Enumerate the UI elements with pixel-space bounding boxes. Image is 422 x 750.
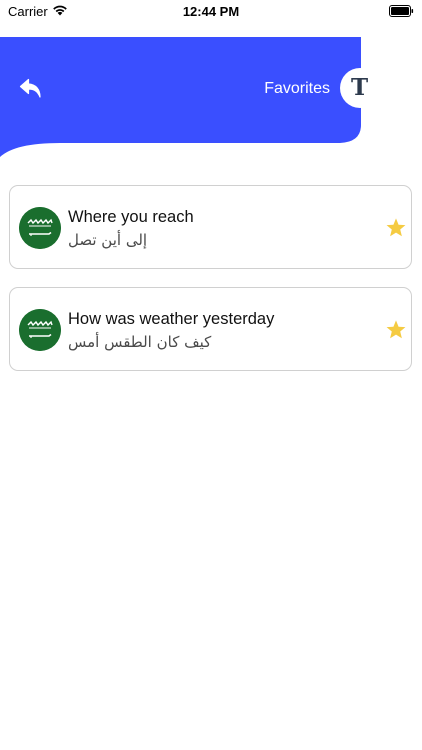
favorite-card[interactable]: Where you reach إلى أين تصل [9,185,412,269]
page-title: Favorites [264,80,330,97]
status-time: 12:44 PM [182,4,240,19]
status-bar: Carrier 12:44 PM [0,0,422,24]
saudi-arabia-flag-icon [19,309,61,351]
phrase-arabic: إلى أين تصل [68,231,148,249]
favorite-card[interactable]: How was weather yesterday كيف كان الطقس … [9,287,412,371]
back-button[interactable] [16,74,46,104]
star-icon[interactable] [385,319,407,341]
translate-button[interactable]: T [340,68,380,108]
star-icon[interactable] [385,217,407,239]
battery-icon [389,5,414,17]
saudi-arabia-flag-icon [19,207,61,249]
phrase-english: How was weather yesterday [68,310,275,328]
phrase-arabic: كيف كان الطقس أمس [68,333,212,351]
translate-t-icon: T [351,74,369,101]
screen: Carrier 12:44 PM Favorites T Where you r… [0,0,422,750]
back-arrow-icon [19,78,41,98]
phrase-english: Where you reach [68,208,194,226]
